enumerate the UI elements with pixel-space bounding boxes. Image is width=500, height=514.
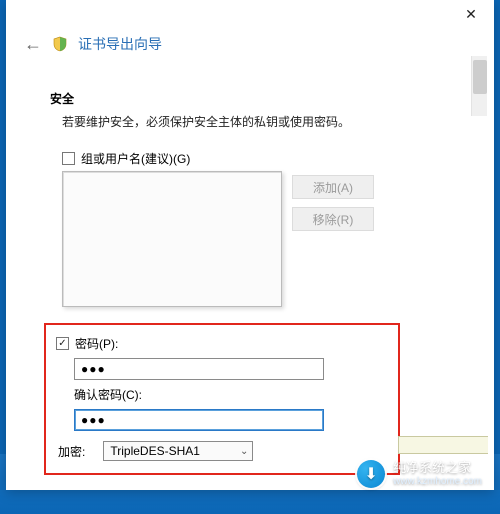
confirm-password-input[interactable] bbox=[74, 409, 324, 431]
back-arrow-icon[interactable]: ← bbox=[24, 35, 42, 53]
wizard-window: ✕ ← 证书导出向导 安全 若要维护安全，必须保护安全主体的私钥或使用密码。 组… bbox=[6, 0, 494, 490]
password-label: 密码(P): bbox=[75, 335, 118, 352]
group-users-buttons: 添加(A) 移除(R) bbox=[292, 171, 374, 307]
confirm-password-label: 确认密码(C): bbox=[74, 386, 388, 403]
password-checkbox-row: 密码(P): bbox=[56, 335, 388, 352]
chevron-down-icon: ⌄ bbox=[240, 446, 248, 457]
remove-button[interactable]: 移除(R) bbox=[292, 207, 374, 231]
security-heading: 安全 bbox=[50, 90, 460, 107]
close-button[interactable]: ✕ bbox=[448, 0, 494, 28]
group-users-listbox[interactable] bbox=[62, 171, 282, 307]
titlebar: ✕ bbox=[6, 0, 494, 30]
encryption-row: 加密: TripleDES-SHA1 ⌄ bbox=[56, 441, 388, 461]
wizard-header: ← 证书导出向导 bbox=[6, 30, 494, 64]
watermark-url: www.kzmhome.com bbox=[393, 476, 482, 488]
watermark-name: 纯净系统之家 bbox=[393, 461, 482, 476]
password-input[interactable] bbox=[74, 358, 324, 380]
encryption-combobox[interactable]: TripleDES-SHA1 ⌄ bbox=[103, 441, 253, 461]
watermark-badge-icon: ⬇ bbox=[357, 460, 385, 488]
scrollbar-thumb[interactable] bbox=[473, 60, 487, 94]
desktop-edge-right bbox=[494, 0, 500, 514]
password-highlight-box: 密码(P): 确认密码(C): 加密: TripleDES-SHA1 ⌄ bbox=[44, 323, 400, 475]
certificate-shield-icon bbox=[52, 36, 68, 52]
group-users-label: 组或用户名(建议)(G) bbox=[81, 150, 190, 167]
wizard-title: 证书导出向导 bbox=[78, 34, 162, 54]
scrollbar-stub[interactable] bbox=[471, 56, 487, 116]
watermark-text: 纯净系统之家 www.kzmhome.com bbox=[393, 461, 482, 487]
encryption-selected-value: TripleDES-SHA1 bbox=[110, 444, 200, 458]
tooltip-fragment bbox=[398, 436, 488, 454]
group-users-area: 添加(A) 移除(R) bbox=[62, 171, 460, 307]
group-users-row: 组或用户名(建议)(G) bbox=[62, 150, 460, 167]
add-button[interactable]: 添加(A) bbox=[292, 175, 374, 199]
security-description: 若要维护安全，必须保护安全主体的私钥或使用密码。 bbox=[62, 113, 460, 130]
wizard-body: 安全 若要维护安全，必须保护安全主体的私钥或使用密码。 组或用户名(建议)(G)… bbox=[6, 64, 494, 490]
encryption-label: 加密: bbox=[58, 443, 85, 460]
watermark: ⬇ 纯净系统之家 www.kzmhome.com bbox=[357, 460, 482, 488]
group-users-checkbox[interactable] bbox=[62, 152, 75, 165]
password-checkbox[interactable] bbox=[56, 337, 69, 350]
